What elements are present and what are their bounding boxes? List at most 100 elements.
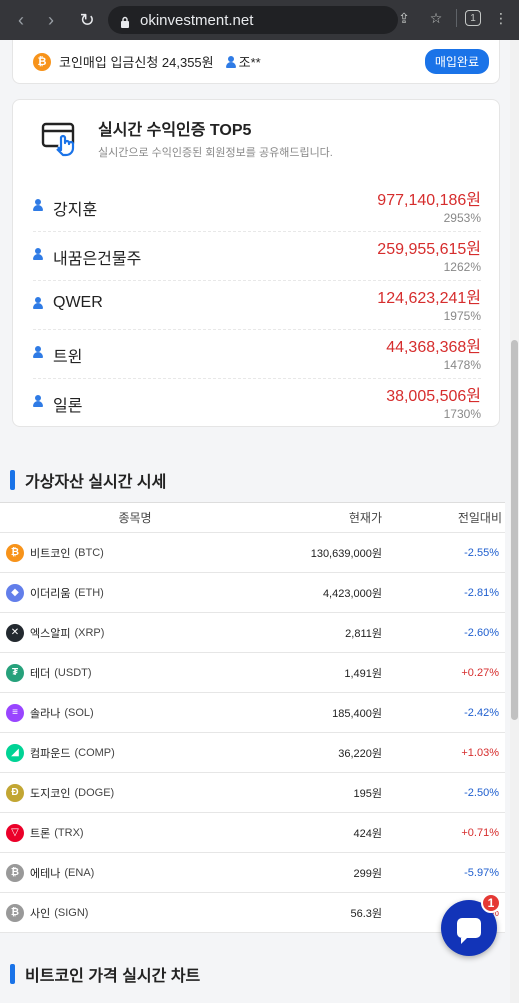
rank-name: 트윈 xyxy=(53,349,83,366)
coin-cell: ▽ 트론 (TRX) xyxy=(0,823,265,842)
address-bar[interactable]: okinvestment.net xyxy=(108,6,398,34)
coin-change: -2.60% xyxy=(464,626,499,639)
top5-title: 실시간 수익인증 TOP5 xyxy=(98,122,252,139)
coin-symbol: (ETH) xyxy=(74,586,104,599)
price-row[interactable]: ₿ 비트코인 (BTC) 130,639,000원 -2.55% xyxy=(0,533,505,573)
coin-change: -5.97% xyxy=(464,866,499,879)
rank-amount: 977,140,186원 xyxy=(377,192,481,209)
notice-username: 조** xyxy=(238,55,261,70)
user-icon xyxy=(33,199,43,211)
scroll-thumb[interactable] xyxy=(511,340,518,720)
coin-price: 36,220원 xyxy=(338,747,382,760)
coin-name: 엑스알피 xyxy=(30,627,71,640)
coin-symbol: (TRX) xyxy=(54,826,84,839)
bookmark-icon[interactable]: ☆ xyxy=(424,6,448,30)
rank-percent: 1730% xyxy=(443,407,481,421)
notice-text: 코인매입 입금신청 24,355원 xyxy=(59,55,214,70)
coin-symbol: (DOGE) xyxy=(74,786,115,799)
coin-price: 2,811원 xyxy=(345,627,382,640)
coin-name: 에테나 xyxy=(30,867,61,880)
reload-icon[interactable]: ↻ xyxy=(74,7,100,33)
coin-name: 테더 xyxy=(30,667,51,680)
prices-section-title: 가상자산 실시간 시세 xyxy=(10,468,166,492)
rank-row: 내꿈은건물주 259,955,615원 1262% xyxy=(33,233,481,281)
rank-percent: 1478% xyxy=(443,358,481,372)
user-icon xyxy=(33,248,43,260)
rank-row: QWER 124,623,241원 1975% xyxy=(33,282,481,330)
rank-name: QWER xyxy=(53,294,103,311)
price-row[interactable]: ₮ 테더 (USDT) 1,491원 +0.27% xyxy=(0,653,505,693)
coin-change: -2.55% xyxy=(464,546,499,559)
user-icon xyxy=(33,395,43,407)
price-row[interactable]: ≡ 솔라나 (SOL) 185,400원 -2.42% xyxy=(0,693,505,733)
top5-subtitle: 실시간으로 수익인증된 회원정보를 공유해드립니다. xyxy=(98,147,333,159)
chart-title: 비트코인 가격 실시간 차트 xyxy=(25,968,201,985)
price-row[interactable]: ₿ 에테나 (ENA) 299원 -5.97% xyxy=(0,853,505,893)
divider xyxy=(456,9,457,27)
lock-icon xyxy=(120,15,130,28)
tab-count-icon[interactable]: 1 xyxy=(465,10,481,26)
coin-icon: ₿ xyxy=(6,903,24,922)
coin-icon: ✕ xyxy=(6,623,24,642)
browser-toolbar: ‹ › ↻ okinvestment.net ⇪ ☆ 1 ⋮ xyxy=(0,0,519,40)
coin-icon: ₮ xyxy=(6,663,24,682)
coin-name: 비트코인 xyxy=(30,547,71,560)
rank-name: 내꿈은건물주 xyxy=(53,251,142,268)
coin-cell: ✕ 엑스알피 (XRP) xyxy=(0,623,265,642)
coin-icon: Ð xyxy=(6,783,24,802)
coin-icon: ▽ xyxy=(6,823,24,842)
rank-row: 강지훈 977,140,186원 2953% xyxy=(33,184,481,232)
user-icon xyxy=(33,297,43,309)
forward-icon[interactable]: › xyxy=(38,7,64,33)
header-price: 현재가 xyxy=(348,511,382,525)
coin-change: +1.03% xyxy=(461,746,499,759)
section-bar xyxy=(10,470,15,490)
coin-icon: ◢ xyxy=(6,743,24,762)
coin-cell: ₿ 사인 (SIGN) xyxy=(0,903,265,922)
coin-change: +0.27% xyxy=(461,666,499,679)
back-icon[interactable]: ‹ xyxy=(8,7,34,33)
user-icon xyxy=(33,346,43,358)
bitcoin-icon: ₿ xyxy=(33,52,51,71)
coin-change: +0.71% xyxy=(461,826,499,839)
scrollbar[interactable] xyxy=(510,40,519,1003)
rank-amount: 124,623,241원 xyxy=(377,290,481,307)
coin-symbol: (COMP) xyxy=(74,746,115,759)
rank-percent: 1975% xyxy=(443,309,481,323)
coin-cell: ₿ 에테나 (ENA) xyxy=(0,863,265,882)
price-row[interactable]: ◆ 이더리움 (ETH) 4,423,000원 -2.81% xyxy=(0,573,505,613)
purchase-complete-button[interactable]: 매입완료 xyxy=(424,49,489,74)
menu-icon[interactable]: ⋮ xyxy=(489,6,513,30)
rank-row: 트윈 44,368,368원 1478% xyxy=(33,331,481,379)
coin-icon: ◆ xyxy=(6,583,24,602)
page-content: ₿ 코인매입 입금신청 24,355원 조** 매입완료 실시간 수익인증 TO… xyxy=(0,40,510,1003)
price-row[interactable]: ₿사인(SIGN)56.3원+3.17% xyxy=(0,893,505,933)
coin-icon: ₿ xyxy=(6,863,24,882)
coin-icon: ≡ xyxy=(6,703,24,722)
price-row[interactable]: ✕ 엑스알피 (XRP) 2,811원 -2.60% xyxy=(0,613,505,653)
coin-icon: ₿ xyxy=(6,543,24,562)
price-row[interactable]: ◢ 컴파운드 (COMP) 36,220원 +1.03% xyxy=(0,733,505,773)
price-row[interactable]: Ð 도지코인 (DOGE) 195원 -2.50% xyxy=(0,773,505,813)
chat-badge: 1 xyxy=(481,893,501,913)
coin-symbol: (SIGN) xyxy=(54,906,89,919)
coin-symbol: (XRP) xyxy=(74,626,105,639)
share-icon[interactable]: ⇪ xyxy=(392,6,416,30)
coin-name: 도지코인 xyxy=(30,787,71,800)
coin-cell: ◆ 이더리움 (ETH) xyxy=(0,583,265,602)
coin-change: -2.50% xyxy=(464,786,499,799)
header-change: 전일대비 xyxy=(457,511,502,525)
rank-name: 강지훈 xyxy=(53,202,98,219)
price-table: 종목명 현재가 전일대비 ₿ 비트코인 (BTC) 130,639,000원 -2.55… xyxy=(0,502,505,933)
chat-icon xyxy=(457,918,481,944)
coin-change: -2.81% xyxy=(464,586,499,599)
rank-amount: 44,368,368원 xyxy=(386,339,481,356)
rank-percent: 2953% xyxy=(443,211,481,225)
price-row[interactable]: ▽ 트론 (TRX) 424원 +0.71% xyxy=(0,813,505,853)
coin-price: 1,491원 xyxy=(344,667,382,680)
coin-cell: ₮ 테더 (USDT) xyxy=(0,663,265,682)
coin-price: 130,639,000원 xyxy=(310,547,382,560)
coin-symbol: (SOL) xyxy=(64,706,94,719)
coin-name: 컴파운드 xyxy=(30,747,71,760)
purchase-notice: ₿ 코인매입 입금신청 24,355원 조** 매입완료 xyxy=(12,40,500,84)
